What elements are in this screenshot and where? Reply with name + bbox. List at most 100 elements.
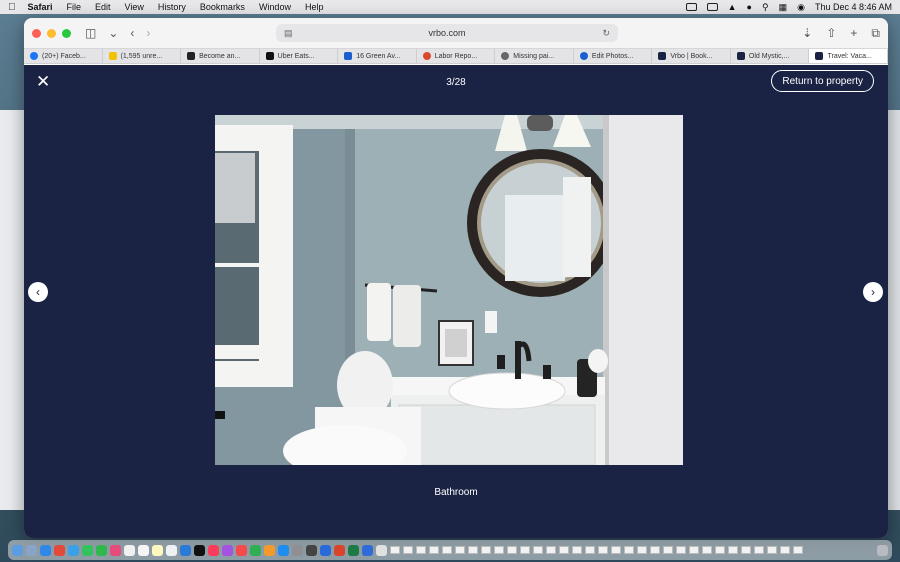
tab-green-ave[interactable]: 16 Green Av... (338, 49, 417, 63)
calendar-icon[interactable] (138, 544, 149, 556)
menu-file[interactable]: File (67, 2, 82, 12)
excel-icon[interactable] (348, 544, 359, 556)
page-settings-icon[interactable]: ▤ (284, 28, 293, 39)
minimized-window-thumbnail[interactable] (533, 546, 543, 554)
url-text[interactable]: vrbo.com (428, 28, 465, 38)
safari-icon[interactable] (40, 544, 51, 556)
new-tab-icon[interactable]: + (850, 26, 857, 41)
mail-app-icon[interactable] (68, 544, 79, 556)
minimized-window-thumbnail[interactable] (559, 546, 569, 554)
minimized-window-thumbnail[interactable] (416, 546, 426, 554)
messages-icon[interactable] (82, 544, 93, 556)
minimized-window-thumbnail[interactable] (572, 546, 582, 554)
menu-window[interactable]: Window (259, 2, 291, 12)
back-icon[interactable]: ‹ (130, 26, 134, 40)
return-to-property-button[interactable]: Return to property (771, 70, 874, 92)
powerpoint-icon[interactable] (334, 544, 345, 556)
news-icon[interactable] (236, 544, 247, 556)
minimized-window-thumbnail[interactable] (767, 546, 777, 554)
user-icon[interactable]: ● (747, 2, 752, 12)
reminders-icon[interactable] (166, 544, 177, 556)
facetime-icon[interactable] (96, 544, 107, 556)
share-icon[interactable]: ⇧ (826, 26, 836, 41)
minimized-window-thumbnail[interactable] (728, 546, 738, 554)
app-store-icon[interactable] (278, 544, 289, 556)
minimized-window-thumbnail[interactable] (754, 546, 764, 554)
minimized-window-thumbnail[interactable] (468, 546, 478, 554)
finder-icon[interactable] (12, 544, 23, 556)
search-icon[interactable]: ⚲ (762, 2, 769, 13)
trash-icon[interactable] (877, 544, 888, 556)
minimized-window-thumbnail[interactable] (507, 546, 517, 554)
menu-history[interactable]: History (158, 2, 186, 12)
minimized-window-thumbnail[interactable] (390, 546, 400, 554)
minimized-window-thumbnail[interactable] (429, 546, 439, 554)
minimized-window-thumbnail[interactable] (546, 546, 556, 554)
downloads-icon[interactable]: ⇣ (802, 26, 812, 41)
tab-labor-report[interactable]: Labor Repo... (417, 49, 496, 63)
numbers-icon[interactable] (250, 544, 261, 556)
notes-icon[interactable] (152, 544, 163, 556)
previous-photo-button[interactable]: ‹ (28, 282, 48, 302)
minimized-window-thumbnail[interactable] (455, 546, 465, 554)
tab-become[interactable]: Become an... (181, 49, 260, 63)
minimized-window-thumbnail[interactable] (637, 546, 647, 554)
minimized-window-thumbnail[interactable] (793, 546, 803, 554)
contacts-icon[interactable] (124, 544, 135, 556)
tab-vrbo-book[interactable]: Vrbo | Book... (652, 49, 731, 63)
chrome-icon[interactable] (54, 544, 65, 556)
minimized-window-thumbnail[interactable] (715, 546, 725, 554)
app-name[interactable]: Safari (28, 2, 53, 12)
minimized-window-thumbnail[interactable] (611, 546, 621, 554)
minimized-window-thumbnail[interactable] (585, 546, 595, 554)
minimized-window-thumbnail[interactable] (598, 546, 608, 554)
system-settings-icon[interactable] (292, 544, 303, 556)
menu-view[interactable]: View (125, 2, 144, 12)
photos-icon[interactable] (110, 544, 121, 556)
next-photo-button[interactable]: › (863, 282, 883, 302)
launchpad-icon[interactable] (26, 544, 37, 556)
tab-overview-icon[interactable]: ⧉ (871, 26, 880, 41)
chevron-down-icon[interactable]: ⌄ (108, 26, 118, 40)
outlook-icon[interactable] (362, 544, 373, 556)
wifi-icon[interactable]: ▲ (728, 2, 737, 12)
tv-icon[interactable] (194, 544, 205, 556)
forward-icon[interactable]: › (146, 26, 150, 40)
preview-icon[interactable] (376, 544, 387, 556)
battery-icon[interactable] (706, 3, 718, 11)
siri-icon[interactable]: ◉ (797, 2, 805, 13)
minimized-window-thumbnail[interactable] (663, 546, 673, 554)
tab-missing[interactable]: Missing pai... (495, 49, 574, 63)
freeform-icon[interactable] (180, 544, 191, 556)
minimized-window-thumbnail[interactable] (650, 546, 660, 554)
music-icon[interactable] (208, 544, 219, 556)
menu-help[interactable]: Help (305, 2, 324, 12)
sidebar-toggle-icon[interactable]: ◫ (85, 26, 96, 40)
word-icon[interactable] (320, 544, 331, 556)
minimized-window-thumbnail[interactable] (520, 546, 530, 554)
terminal-icon[interactable] (306, 544, 317, 556)
tab-edit-photos[interactable]: Edit Photos... (574, 49, 653, 63)
menu-bookmarks[interactable]: Bookmarks (200, 2, 245, 12)
tab-mail[interactable]: (1,595 unre... (103, 49, 182, 63)
minimized-window-thumbnail[interactable] (403, 546, 413, 554)
minimized-window-thumbnail[interactable] (494, 546, 504, 554)
tab-uber-eats[interactable]: Uber Eats... (260, 49, 339, 63)
podcasts-icon[interactable] (222, 544, 233, 556)
pages-icon[interactable] (264, 544, 275, 556)
minimized-window-thumbnail[interactable] (624, 546, 634, 554)
reload-icon[interactable]: ↻ (602, 28, 610, 39)
address-bar[interactable]: ▤ vrbo.com ↻ (276, 24, 618, 42)
minimized-window-thumbnail[interactable] (741, 546, 751, 554)
minimized-window-thumbnail[interactable] (702, 546, 712, 554)
close-window-button[interactable] (32, 28, 41, 38)
minimized-window-thumbnail[interactable] (780, 546, 790, 554)
apple-menu-icon[interactable]:  (8, 2, 16, 13)
clock[interactable]: Thu Dec 4 8:46 AM (815, 2, 892, 12)
control-center-icon[interactable]: ▦ (779, 2, 788, 13)
display-icon[interactable] (685, 3, 697, 11)
zoom-window-button[interactable] (62, 28, 71, 38)
minimized-window-thumbnail[interactable] (689, 546, 699, 554)
minimize-window-button[interactable] (47, 28, 56, 38)
menu-edit[interactable]: Edit (95, 2, 111, 12)
